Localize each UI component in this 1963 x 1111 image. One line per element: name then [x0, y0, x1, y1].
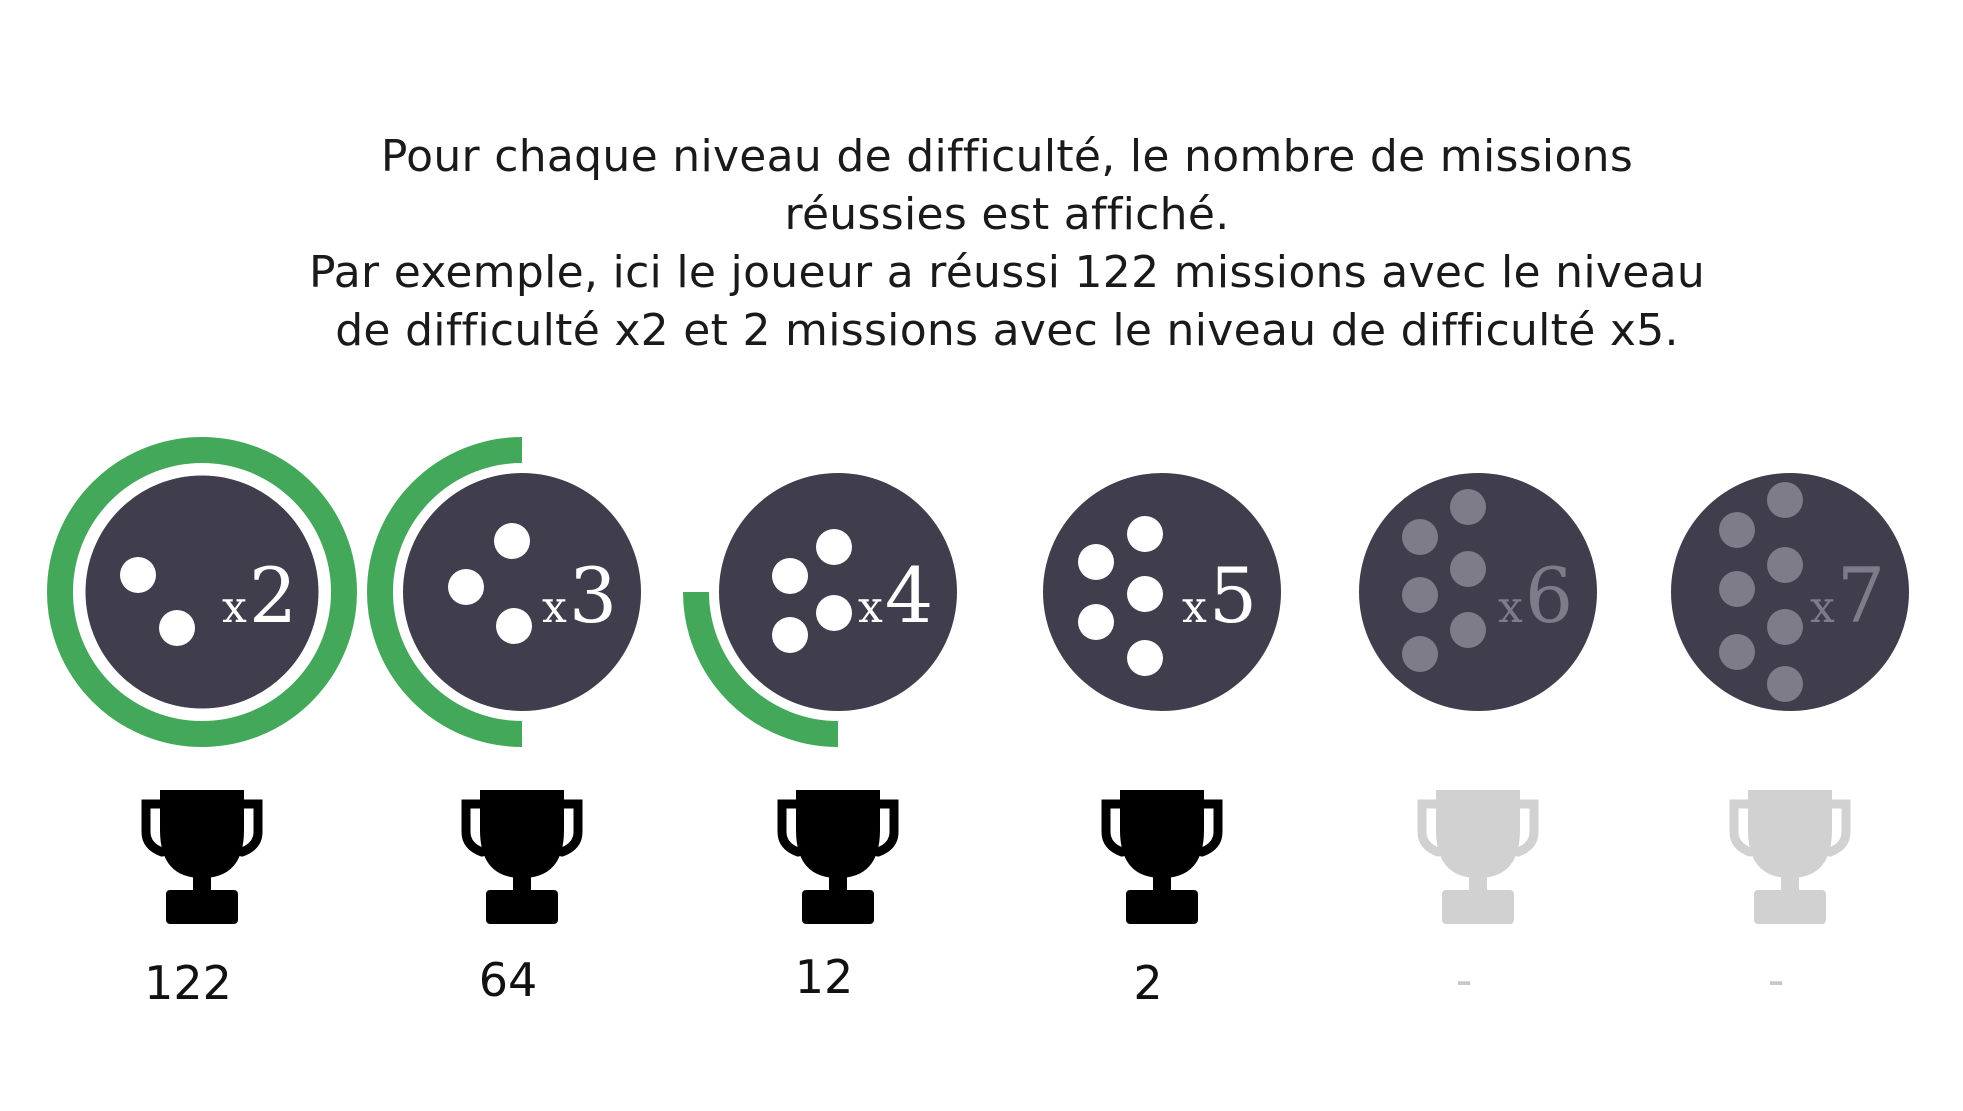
difficulty-dot: [120, 557, 156, 593]
difficulty-dot: [1450, 489, 1486, 525]
difficulty-dot: [1402, 636, 1438, 672]
difficulty-dot: [1402, 519, 1438, 555]
missions-count: 122: [144, 956, 232, 1010]
difficulty-dot: [816, 595, 852, 631]
trophy-icon: [777, 790, 899, 924]
difficulty-level-x4[interactable]: x4: [683, 473, 957, 924]
missions-count: 64: [478, 953, 538, 1007]
missions-count: -: [1455, 953, 1473, 1007]
difficulty-badges-canvas: x2 x3 x4 x5 x6 x7: [47, 437, 1909, 924]
difficulty-level-x3[interactable]: x3: [367, 437, 641, 924]
difficulty-dot: [1767, 666, 1803, 702]
difficulty-dot: [1719, 634, 1755, 670]
missions-count: -: [1767, 953, 1785, 1007]
difficulty-dot: [1078, 604, 1114, 640]
difficulty-dot: [1450, 612, 1486, 648]
difficulty-dot: [1767, 482, 1803, 518]
difficulty-dot: [1767, 547, 1803, 583]
difficulty-dot: [1078, 544, 1114, 580]
trophy-icon: [1729, 790, 1851, 924]
difficulty-dot: [1767, 609, 1803, 645]
difficulty-dot: [1127, 516, 1163, 552]
difficulty-dot: [1127, 640, 1163, 676]
difficulty-dot: [772, 617, 808, 653]
difficulty-dot: [159, 610, 195, 646]
difficulty-dot: [1127, 576, 1163, 612]
difficulty-level-x2[interactable]: x2: [47, 437, 357, 924]
trophy-icon: [1101, 790, 1223, 924]
difficulty-dot: [1450, 551, 1486, 587]
missions-count: 2: [1133, 956, 1163, 1010]
trophy-icon: [1417, 790, 1539, 924]
difficulty-dot: [1719, 512, 1755, 548]
trophy-icon: [141, 790, 263, 924]
difficulty-level-x7[interactable]: x7: [1671, 473, 1909, 924]
difficulty-dot: [1402, 577, 1438, 613]
trophy-icon: [461, 790, 583, 924]
difficulty-levels-page: Pour chaque niveau de difficulté, le nom…: [0, 0, 1963, 1111]
difficulty-dot: [494, 523, 530, 559]
difficulty-dot: [1719, 571, 1755, 607]
missions-count: 12: [794, 950, 854, 1004]
difficulty-level-x5[interactable]: x5: [1043, 473, 1281, 924]
difficulty-dot: [496, 608, 532, 644]
difficulty-level-x6[interactable]: x6: [1359, 473, 1597, 924]
difficulty-dot: [816, 529, 852, 565]
difficulty-dot: [772, 558, 808, 594]
difficulty-level-list: x2 x3 x4 x5 x6 x7 122 64 12 2- -: [0, 0, 1963, 1111]
difficulty-dot: [448, 569, 484, 605]
